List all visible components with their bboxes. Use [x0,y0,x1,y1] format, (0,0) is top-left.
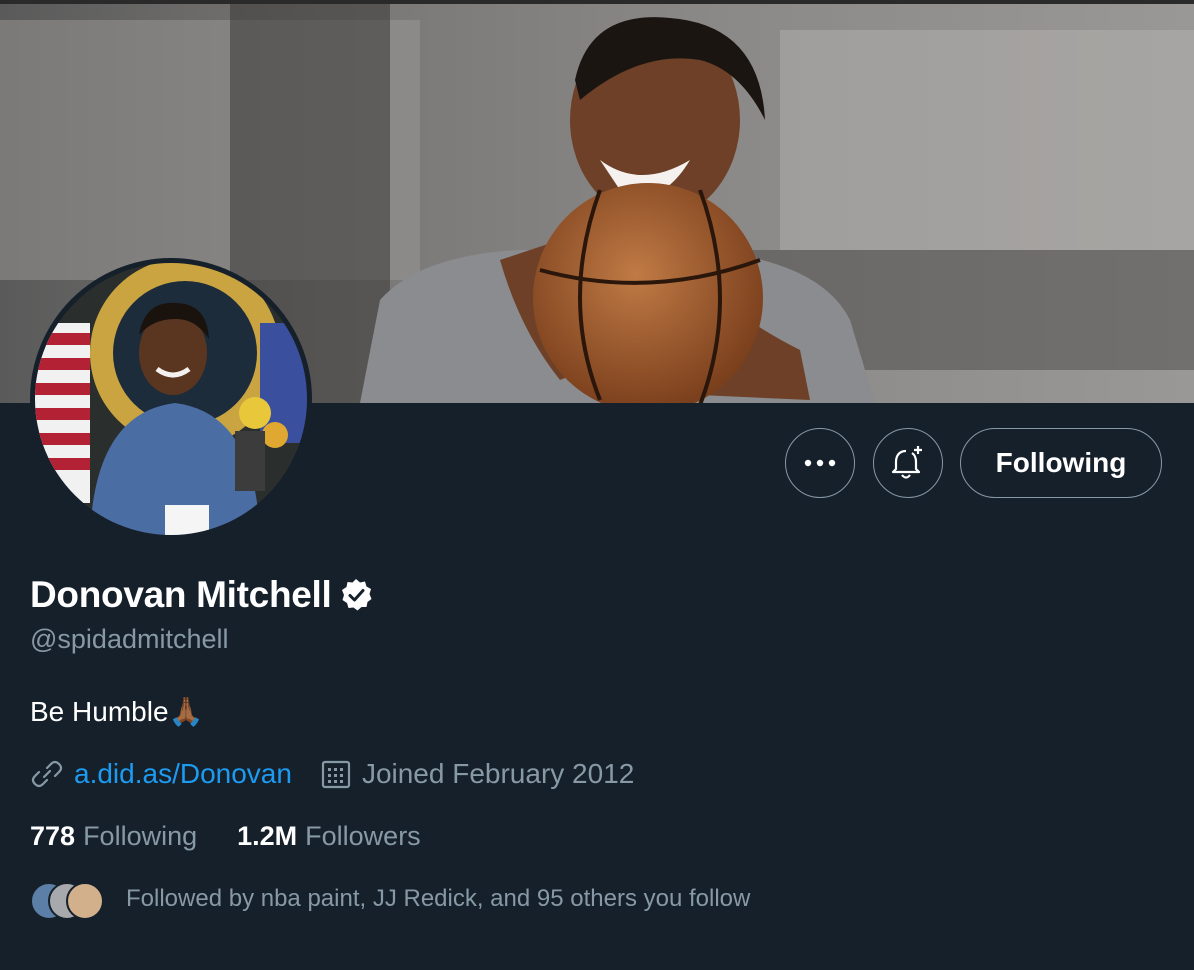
following-button[interactable]: Following [960,428,1162,498]
mini-avatar [66,882,104,920]
profile-handle: @spidadmitchell [30,624,229,654]
followers-count: 1.2M [237,821,298,851]
followed-by-avatars [30,880,104,920]
profile-website-link[interactable]: a.did.as/Donovan [74,758,292,790]
profile-bio: Be Humble 🙏🏾 [30,695,203,728]
joined-date: Joined February 2012 [361,758,635,789]
followed-by-row[interactable]: Followed by nba paint, JJ Redick, and 95… [30,880,751,920]
profile-avatar[interactable] [30,258,312,540]
profile-name: Donovan Mitchell [30,574,332,615]
following-label: Following [83,821,198,851]
following-count: 778 [30,821,76,851]
more-icon [804,459,836,467]
followers-label: Followers [305,821,421,851]
notification-bell-plus-icon [891,446,922,479]
following-count-link[interactable]: 778 Following [30,821,197,852]
bio-emoji: 🙏🏾 [168,696,204,727]
followers-count-link[interactable]: 1.2M Followers [237,821,421,852]
profile-name-row: Donovan Mitchell [30,574,374,616]
bio-text: Be Humble [30,695,169,727]
verified-badge-icon [341,579,371,611]
link-icon [31,760,63,788]
profile-meta: a.did.as/Donovan Joined February 2012 [30,757,634,791]
calendar-icon [321,760,351,789]
follow-counts: 778 Following 1.2M Followers [30,821,421,852]
more-button[interactable] [785,428,855,498]
followed-by-text: Followed by nba paint, JJ Redick, and 95… [126,885,751,912]
notifications-button[interactable] [873,428,943,498]
